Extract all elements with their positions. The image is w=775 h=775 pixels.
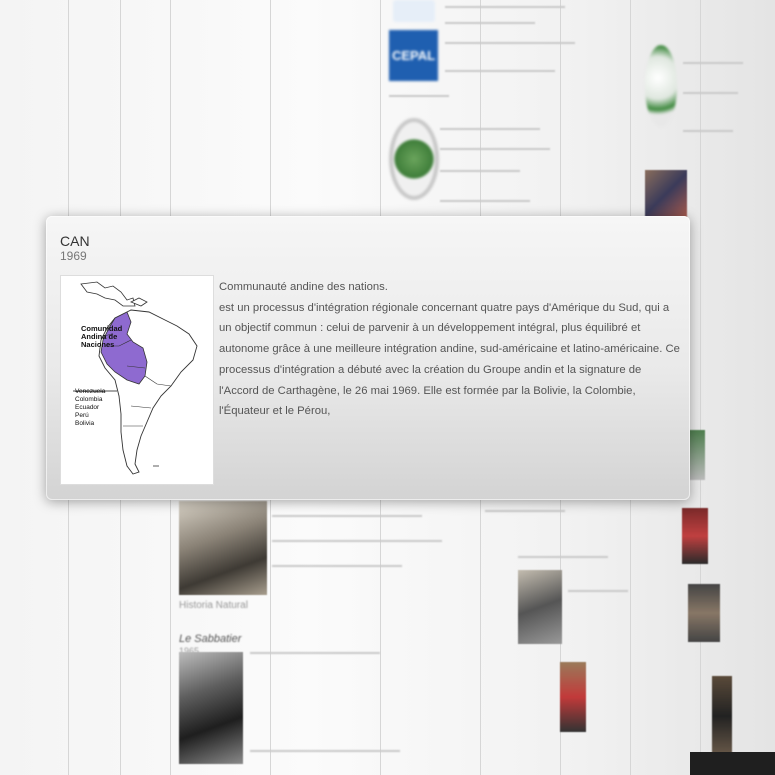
map-legend-colombia: Colombia (75, 396, 103, 403)
event-title: CAN (60, 233, 90, 249)
timeline-bar (690, 752, 775, 775)
soldiers-photo (518, 570, 562, 644)
building-photo (179, 501, 267, 595)
cepal-logo-text: CEPAL (391, 48, 436, 63)
event-lead: Communauté andine des nations. (219, 281, 388, 293)
mercosur-seal-icon (389, 118, 439, 200)
un-logo-icon (393, 0, 435, 22)
thumbnail-group (688, 584, 720, 642)
map-label-line3: Naciones (81, 340, 114, 349)
photo-caption: Historia Natural (179, 600, 248, 611)
globe-icon (645, 45, 677, 127)
thumbnail-crowd (645, 170, 687, 218)
south-america-map: Comunidad Andina de Naciones Venezuela C… (73, 281, 198, 475)
map-legend-ecuador: Ecuador (75, 404, 100, 411)
map-legend-peru: Perú (75, 412, 89, 419)
event-description-text: est un processus d'intégration régionale… (219, 301, 680, 418)
map-legend-bolivia: Bolivia (75, 420, 95, 427)
event-detail-card[interactable]: CAN 1969 Comunidad Andina de Naciones Ve… (46, 216, 690, 500)
map-legend-venezuela: Venezuela (75, 388, 106, 395)
cepal-logo: CEPAL (389, 30, 438, 81)
thumbnail-red (682, 508, 708, 564)
thumbnail-person (712, 676, 732, 756)
portrait-photo (179, 652, 243, 764)
andean-community-map: Comunidad Andina de Naciones Venezuela C… (60, 275, 214, 485)
protest-photo (560, 662, 586, 732)
event-description: Communauté andine des nations. est un pr… (219, 277, 681, 422)
event-year: 1969 (60, 249, 87, 263)
entry-title: Le Sabbatier (179, 633, 242, 645)
thumbnail-map (689, 430, 705, 480)
